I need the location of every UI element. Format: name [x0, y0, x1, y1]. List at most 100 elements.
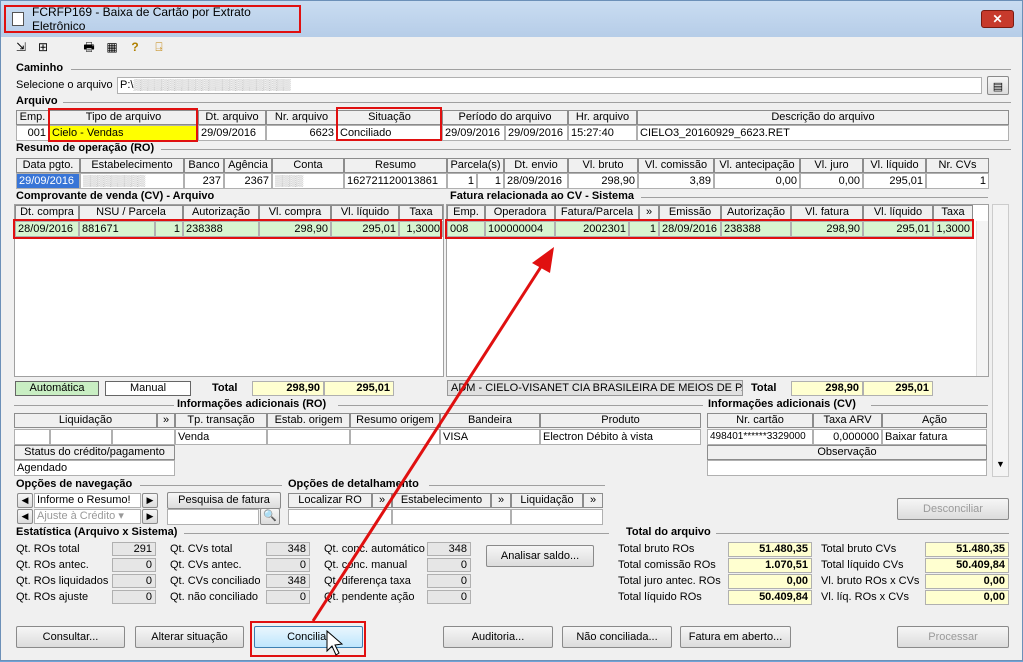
processar-button[interactable]: Processar: [897, 626, 1009, 648]
highlight-cv-row: [13, 219, 442, 239]
informe-resumo[interactable]: Informe o Resumo!: [34, 493, 141, 508]
close-button[interactable]: ✕: [981, 10, 1014, 28]
pesquisa-fatura-button[interactable]: Pesquisa de fatura: [167, 492, 281, 509]
nao-conciliada-button[interactable]: Não conciliada...: [562, 626, 672, 648]
print-icon[interactable]: 🖶: [81, 39, 97, 55]
ro-liquido[interactable]: 295,01: [863, 173, 926, 189]
section-estatistica: Estatística (Arquivo x Sistema): [16, 526, 178, 538]
detalhe-cell-3[interactable]: [511, 509, 603, 525]
acao[interactable]: Baixar fatura: [882, 429, 987, 445]
pesquisa-fatura-input[interactable]: [167, 509, 259, 525]
estab-origem[interactable]: [267, 429, 350, 445]
fatura-aberto-button[interactable]: Fatura em aberto...: [680, 626, 791, 648]
detalhe-cell-1[interactable]: [288, 509, 392, 525]
scroll-down-icon[interactable]: ▼: [992, 459, 1009, 469]
prev-resumo-button[interactable]: ◀: [17, 493, 33, 508]
liquidacao-expand[interactable]: »: [157, 413, 175, 428]
file-path-input[interactable]: P:\▒▒▒▒▒▒▒▒▒▒▒▒▒▒▒▒▒▒▒▒▒▒▒: [117, 77, 982, 94]
grid-icon[interactable]: ▦: [104, 39, 120, 55]
produto[interactable]: Electron Débito à vista: [540, 429, 701, 445]
observacao[interactable]: [707, 460, 987, 476]
stat-value: 0: [427, 574, 471, 588]
col-bandeira: Bandeira: [440, 413, 540, 428]
bandeira[interactable]: VISA: [440, 429, 540, 445]
search-icon[interactable]: 🔍: [260, 508, 280, 525]
ro-data[interactable]: 29/09/2016: [16, 173, 80, 189]
liquidacao-det-expand[interactable]: »: [583, 493, 603, 508]
ro-col-parcelas: Parcela(s): [447, 158, 504, 173]
liquidacao-cell-1[interactable]: [14, 429, 50, 445]
arquivo-dt[interactable]: 29/09/2016: [198, 125, 266, 141]
tp-transacao[interactable]: Venda: [175, 429, 267, 445]
next-resumo-button[interactable]: ▶: [142, 493, 158, 508]
main-scrollbar[interactable]: [992, 204, 1009, 477]
nr-cartao[interactable]: 498401******3329000: [707, 429, 813, 445]
liquidacao-cell-2[interactable]: [50, 429, 112, 445]
col-tp-transacao: Tp. transação: [175, 413, 267, 428]
next-ajuste-button[interactable]: ▶: [142, 509, 158, 524]
ro-resumo[interactable]: 162721120013861: [344, 173, 447, 189]
taxa-arv[interactable]: 0,000000: [813, 429, 882, 445]
arquivo-periodo-fim[interactable]: 29/09/2016: [505, 125, 568, 141]
section-info-cv: Informações adicionais (CV): [708, 398, 856, 410]
auditoria-button[interactable]: Auditoria...: [443, 626, 553, 648]
ro-banco[interactable]: 237: [184, 173, 224, 189]
arquivo-emp[interactable]: 001: [16, 125, 49, 141]
alterar-situacao-button[interactable]: Alterar situação: [135, 626, 244, 648]
section-ro: Resumo de operação (RO): [16, 142, 155, 154]
detalhe-cell-2[interactable]: [392, 509, 511, 525]
consultar-button[interactable]: Consultar...: [16, 626, 125, 648]
exit-icon[interactable]: ⍈: [151, 39, 167, 55]
ro-comissao[interactable]: 3,89: [638, 173, 714, 189]
stat-label: Qt. CVs total: [170, 543, 233, 555]
ro-antecipacao[interactable]: 0,00: [714, 173, 800, 189]
ajuste-credito[interactable]: Ajuste à Crédito ▾: [34, 509, 141, 524]
ro-estab[interactable]: ▒▒▒▒▒▒▒▒▒: [80, 173, 184, 189]
ro-parcela-2[interactable]: 1: [477, 173, 504, 189]
col-resumo-origem: Resumo origem: [350, 413, 440, 428]
col-hr-arquivo: Hr. arquivo: [568, 110, 637, 125]
ro-col-ncvs: Nr. CVs: [926, 158, 989, 173]
ro-bruto[interactable]: 298,90: [568, 173, 638, 189]
ro-col-comissao: Vl. comissão: [638, 158, 714, 173]
fat-col-vfat: Vl. fatura: [791, 205, 863, 220]
ro-col-banco: Banco: [184, 158, 224, 173]
ro-agencia[interactable]: 2367: [224, 173, 272, 189]
ro-conta[interactable]: ▒▒▒▒: [272, 173, 344, 189]
prev-ajuste-button[interactable]: ◀: [17, 509, 33, 524]
stat-value: 0: [427, 590, 471, 604]
cv-col-liquido: Vl. líquido: [331, 205, 399, 220]
browse-file-button[interactable]: ▤: [987, 76, 1009, 95]
tree-icon[interactable]: ⊞: [35, 39, 51, 55]
analisar-saldo-button[interactable]: Analisar saldo...: [486, 545, 594, 567]
resumo-origem[interactable]: [350, 429, 440, 445]
fatura-adm: ADM - CIELO-VISANET CIA BRASILEIRA DE ME…: [447, 380, 743, 396]
title-bar: FCRFP169 - Baixa de Cartão por Extrato E…: [1, 1, 1022, 37]
arquivo-descricao[interactable]: CIELO3_20160929_6623.RET: [637, 125, 1009, 141]
localizar-expand[interactable]: »: [372, 493, 392, 508]
localizar-ro[interactable]: Localizar RO: [288, 493, 372, 508]
fatura-scrollbar[interactable]: [976, 221, 988, 376]
liquidacao-det[interactable]: Liquidação: [511, 493, 583, 508]
stat-label: Qt. ROs antec.: [16, 559, 89, 571]
ro-juro[interactable]: 0,00: [800, 173, 863, 189]
ro-parcela-1[interactable]: 1: [447, 173, 477, 189]
arquivo-hr[interactable]: 15:27:40: [568, 125, 637, 141]
total-value: 0,00: [925, 590, 1009, 605]
arquivo-periodo-inicio[interactable]: 29/09/2016: [442, 125, 505, 141]
help-icon[interactable]: ?: [127, 39, 143, 55]
liquidacao-cell-3[interactable]: [112, 429, 175, 445]
estab-expand[interactable]: »: [491, 493, 511, 508]
ro-ncvs[interactable]: 1: [926, 173, 989, 189]
stat-label: Qt. ROs liquidados: [16, 575, 109, 587]
status-credito[interactable]: Agendado: [14, 460, 175, 476]
section-detalhamento: Opções de detalhamento: [288, 478, 419, 490]
col-nr-arquivo: Nr. arquivo: [266, 110, 337, 125]
export-icon[interactable]: ⇲: [13, 39, 29, 55]
estabelecimento[interactable]: Estabelecimento: [392, 493, 491, 508]
ro-envio[interactable]: 28/09/2016: [504, 173, 568, 189]
total-value: 50.409,84: [925, 558, 1009, 573]
arquivo-nr[interactable]: 6623: [266, 125, 337, 141]
fat-col-expand[interactable]: »: [639, 205, 659, 220]
desconciliar-button[interactable]: Desconciliar: [897, 498, 1009, 520]
